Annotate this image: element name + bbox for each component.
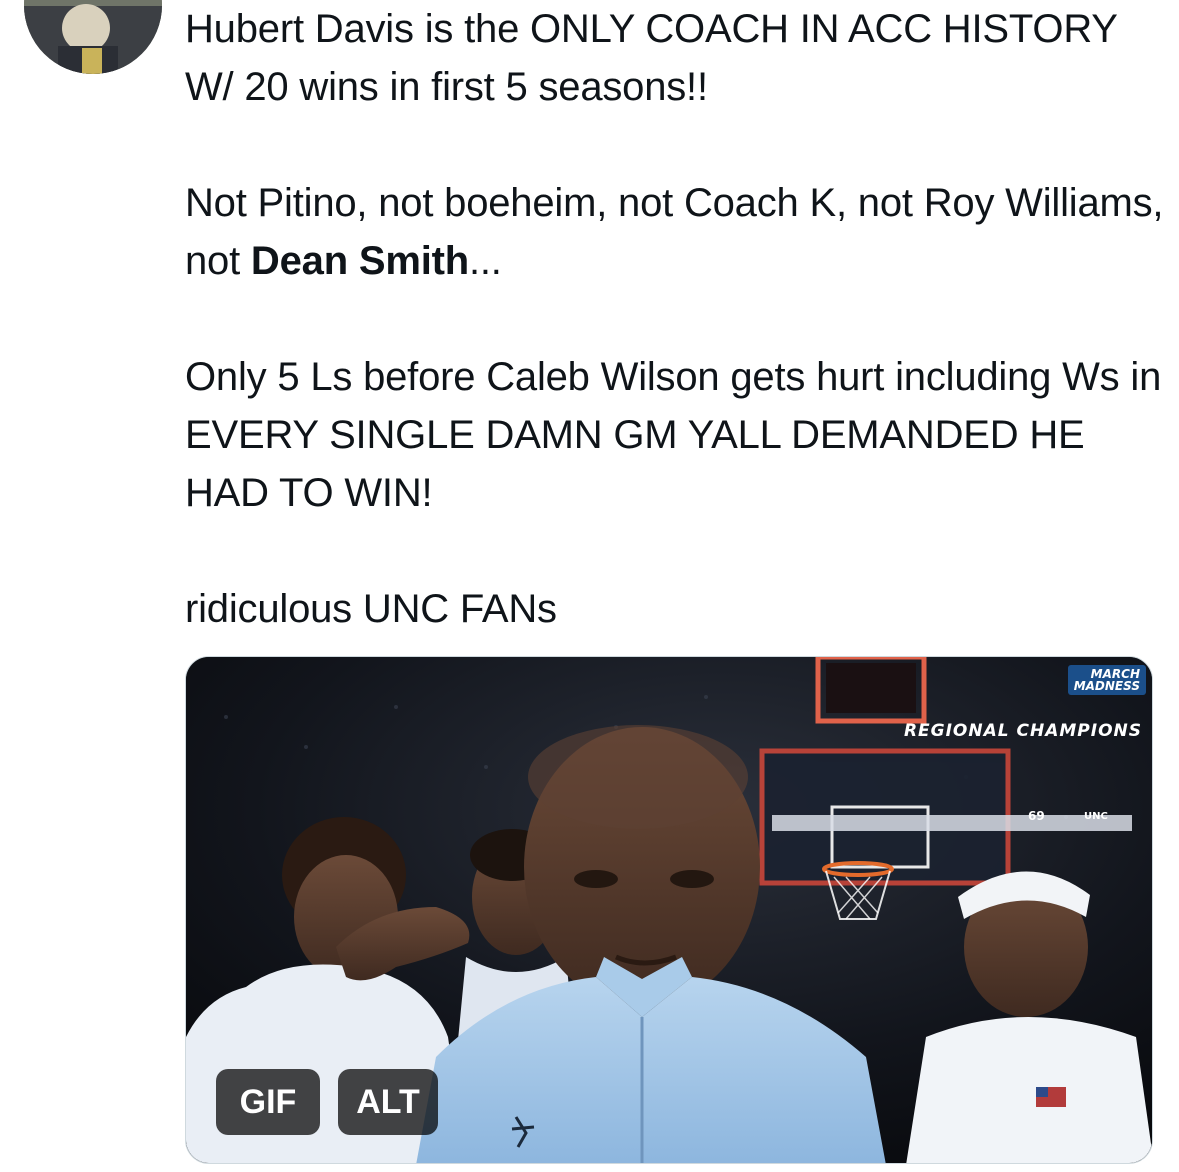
- avatar[interactable]: [24, 0, 162, 74]
- avatar-image: [24, 0, 162, 74]
- tweet-paragraph-2: Not Pitino, not boeheim, not Coach K, no…: [185, 174, 1165, 290]
- regional-champions-banner: REGIONAL CHAMPIONS: [903, 721, 1142, 741]
- scoreboard-team: UNC: [1084, 811, 1108, 822]
- march-madness-logo: MARCH MADNESS: [1067, 665, 1146, 695]
- march-logo-line-2: MADNESS: [1073, 679, 1140, 693]
- scoreboard-score: 69: [1028, 809, 1045, 823]
- tweet-bold-name: Dean Smith: [250, 239, 469, 283]
- tweet-text: Hubert Davis is the ONLY COACH IN ACC HI…: [185, 0, 1165, 638]
- tweet-paragraph-4: ridiculous UNC FANs: [185, 587, 557, 631]
- tweet-paragraph-2-end: ...: [468, 239, 502, 283]
- tweet-gif-media[interactable]: MARCH MADNESS REGIONAL CHAMPIONS 69 UNC …: [185, 656, 1153, 1164]
- gif-badge[interactable]: GIF: [216, 1069, 320, 1135]
- tweet-paragraph-3: Only 5 Ls before Caleb Wilson gets hurt …: [185, 355, 1162, 515]
- alt-text-button[interactable]: ALT: [338, 1069, 438, 1135]
- tweet-paragraph-1: Hubert Davis is the ONLY COACH IN ACC HI…: [185, 7, 1118, 109]
